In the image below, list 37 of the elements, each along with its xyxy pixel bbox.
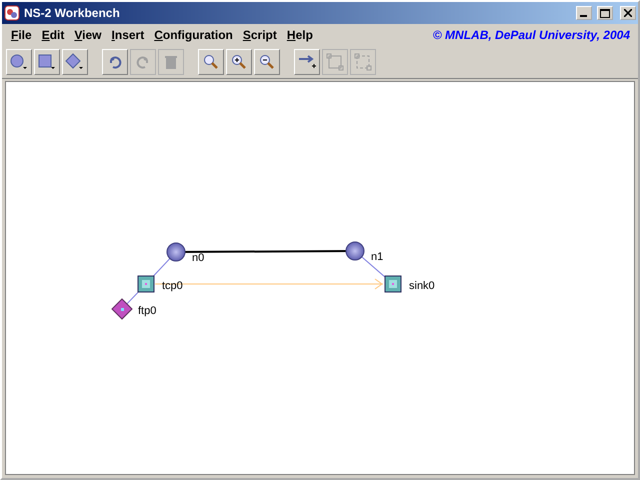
- node-label: sink0: [409, 280, 435, 292]
- menu-item[interactable]: Insert: [106, 26, 150, 44]
- copyright-text: © MNLAB, DePaul University, 2004: [432, 28, 631, 42]
- diamond-tool-icon: [65, 53, 85, 71]
- maximize-button[interactable]: [597, 6, 613, 20]
- close-button[interactable]: [620, 6, 636, 20]
- trash-icon: [164, 54, 178, 70]
- window-title: NS-2 Workbench: [24, 6, 121, 20]
- zoom-out-icon: [259, 54, 275, 70]
- agent-node[interactable]: [384, 276, 402, 292]
- app-logo-icon: [4, 5, 20, 21]
- agent-node[interactable]: [138, 276, 154, 292]
- group-icon: [326, 53, 344, 71]
- undo-icon: [107, 54, 123, 70]
- menu-item[interactable]: Edit: [36, 26, 70, 44]
- square-tool-icon: [37, 53, 57, 71]
- node-label: n1: [371, 251, 384, 263]
- network-node[interactable]: [346, 242, 364, 260]
- menu-item[interactable]: File: [6, 26, 37, 44]
- redo-icon: [135, 54, 151, 70]
- menu-item[interactable]: Script: [238, 26, 282, 44]
- menu-item[interactable]: Help: [282, 26, 318, 44]
- magnifier-icon: [203, 54, 219, 70]
- node-label: tcp0: [162, 280, 183, 292]
- zoom-in-icon: [231, 54, 247, 70]
- menu-item[interactable]: Configuration: [149, 26, 238, 44]
- minimize-button[interactable]: [576, 6, 592, 20]
- menu-item[interactable]: View: [69, 26, 107, 44]
- application-node[interactable]: [111, 298, 133, 320]
- network-node[interactable]: [166, 242, 186, 262]
- maximize-icon: [600, 8, 610, 18]
- node-label: n0: [192, 252, 204, 264]
- close-icon: [624, 9, 632, 17]
- add-link-icon: [297, 53, 317, 71]
- ungroup-icon: [354, 53, 372, 71]
- node-label: ftp0: [138, 305, 156, 317]
- circle-tool-icon: [9, 53, 29, 71]
